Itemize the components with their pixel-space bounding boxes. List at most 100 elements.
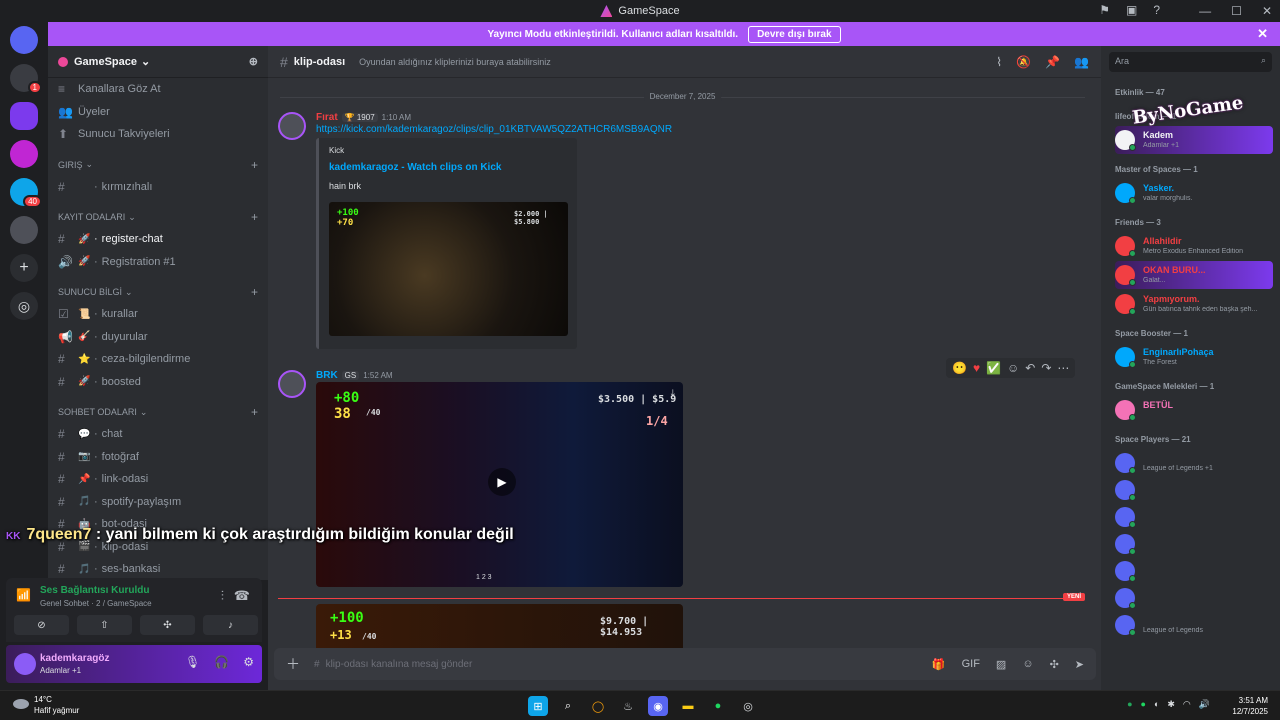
dm-home-icon[interactable] [10,26,38,54]
server-icon-5[interactable] [10,216,38,244]
search-button[interactable]: ⌕ [558,696,578,716]
close-icon[interactable]: ✕ [1257,26,1268,42]
discord-icon[interactable]: ◉ [648,696,668,716]
member-item[interactable]: League of Legends [1115,611,1273,639]
member-item[interactable] [1115,476,1273,504]
maximize-button[interactable]: ☐ [1231,4,1242,18]
add-channel-icon[interactable]: + [251,285,258,299]
member-item[interactable]: Yasker. valar morghulis. [1115,179,1273,207]
more-icon[interactable]: ⋯ [1057,361,1069,375]
app-icon-1[interactable]: ◯ [588,696,608,716]
disable-streamer-mode-button[interactable]: Devre dışı bırak [748,25,841,43]
channel-item[interactable]: # 📷 · fotoğraf [48,446,268,469]
channel-item[interactable]: # 🎵 · ses-bankasi [48,558,268,580]
channel-item[interactable]: ⬆ Sunucu Takviyeleri [48,123,268,146]
reaction-emoji-face[interactable]: 😶 [952,361,967,375]
notifications-icon[interactable]: 🔕 [1016,55,1031,69]
help-icon[interactable]: ? [1153,3,1160,17]
bluetooth-icon[interactable]: ✱ [1167,699,1175,710]
member-item[interactable]: Yapmıyorum. Gün batınca tahrik eden başka… [1115,290,1273,318]
channel-category[interactable]: SUNUCU BİLGİ ⌄ + [48,281,268,303]
invite-icon[interactable]: ⊕ [249,55,258,68]
steam-icon[interactable]: ♨ [618,696,638,716]
start-button[interactable]: ⊞ [528,696,548,716]
add-channel-icon[interactable]: + [251,158,258,172]
member-item[interactable] [1115,503,1273,531]
channel-item[interactable]: # ⭐ · ceza-bilgilendirme [48,348,268,371]
server-icon-4[interactable]: 40 [10,178,42,208]
channel-category[interactable]: Kayıt Odaları ⌄ + [48,206,268,228]
camera-button[interactable]: ⊘ [14,615,69,635]
close-window-button[interactable]: ✕ [1262,4,1272,18]
send-icon[interactable]: ➤ [1075,658,1084,671]
gift-icon[interactable]: 🎁 [932,658,946,671]
activity-button[interactable]: ✣ [140,615,195,635]
reply-icon[interactable]: ↶ [1025,361,1035,375]
headphones-icon[interactable]: 🎧 [214,655,229,669]
channel-item[interactable]: # 🚀 · boosted [48,371,268,394]
screen-icon[interactable]: ▣ [1126,3,1137,17]
member-item[interactable]: BETÜL [1115,396,1273,424]
tray-spotify-icon[interactable]: ● [1141,699,1146,710]
forward-icon[interactable]: ↷ [1041,361,1051,375]
channel-item[interactable]: # 📌 · link-odasi [48,468,268,491]
sticker-icon[interactable]: ▨ [996,658,1006,671]
video-attachment[interactable]: +100 +13 /40 $9.700 | $14.953 [316,604,683,648]
noise-icon[interactable]: ⫶ [221,588,224,604]
server-icon-gamespace[interactable] [10,102,38,130]
pin-icon[interactable]: 📌 [1045,55,1060,69]
member-item[interactable] [1115,530,1273,558]
weather-widget[interactable]: 14°C Hafif yağmur [12,694,79,716]
member-item[interactable]: Kadem Adamlar +1 [1115,126,1273,154]
microphone-icon[interactable]: 🎙 [185,655,200,669]
search-input[interactable]: Ara ⌕ [1109,52,1272,72]
add-channel-icon[interactable]: + [251,210,258,224]
channel-item[interactable]: # 🚀 · register-chat [48,228,268,251]
channel-item[interactable]: 👥 Üyeler [48,101,268,124]
member-item[interactable]: EnginarlıPohaça The Forest [1115,343,1273,371]
video-attachment[interactable]: +80 38 /40 $3.500 | $5.9 1/4 ⤓ ▶ 1 2 3 [316,382,683,587]
discover-icon[interactable]: ◎ [10,292,38,320]
avatar[interactable] [14,653,36,675]
apps-icon[interactable]: ✣ [1050,658,1059,671]
message-link[interactable]: https://kick.com/kademkaragoz/clips/clip… [316,124,672,135]
member-list-icon[interactable]: 👥 [1074,55,1089,69]
channel-item[interactable]: ☑ 📜 · kurallar [48,303,268,326]
minimize-button[interactable]: — [1199,4,1211,18]
file-explorer-icon[interactable]: ▬ [678,696,698,716]
message-input[interactable]: klip-odası kanalına mesaj gönder [326,659,473,670]
play-icon[interactable]: ▶ [488,468,516,496]
member-item[interactable]: League of Legends +1 [1115,449,1273,477]
settings-icon[interactable]: ⚙ [243,655,254,669]
server-icon-1[interactable]: 1 [10,64,42,94]
clock[interactable]: 3:51 AM 12/7/2025 [1232,695,1268,717]
inbox-icon[interactable]: ⚑ [1099,3,1110,17]
avatar[interactable] [278,112,306,140]
avatar[interactable] [278,370,306,398]
threads-icon[interactable]: ⌇ [996,55,1002,69]
screen-share-button[interactable]: ⇧ [77,615,132,635]
embed-thumbnail[interactable]: +100 +70 $2.000 | $5.800 [329,202,568,336]
channel-item[interactable]: 🔊 🚀 · Registration #1 [48,251,268,274]
download-icon[interactable]: ⤓ [671,388,675,399]
add-attachment-icon[interactable]: ＋ [286,654,300,674]
gif-icon[interactable]: GIF [962,658,980,671]
embed-title[interactable]: kademkaragoz - Watch clips on Kick [329,162,501,173]
message-author[interactable]: Fırat [316,112,338,123]
add-channel-icon[interactable]: + [251,405,258,419]
disconnect-icon[interactable]: ☎ [234,588,250,604]
member-item[interactable]: OKAN BURU... Galat... [1115,261,1273,289]
channel-item[interactable]: # · kırmızıhalı [48,176,268,199]
channel-category[interactable]: SOHBET ODALARI ⌄ + [48,401,268,423]
server-icon-3[interactable] [10,140,38,168]
channel-item[interactable]: # 💬 · chat [48,423,268,446]
add-reaction-icon[interactable]: ☺ [1007,361,1019,375]
wifi-icon[interactable]: ◠ [1183,699,1191,710]
channel-item[interactable]: # 🎵 · spotify-paylaşım [48,491,268,514]
tray-icon-1[interactable]: ● [1127,699,1132,710]
emoji-icon[interactable]: ☺ [1022,658,1033,671]
spotify-icon[interactable]: ● [708,696,728,716]
soundboard-button[interactable]: ♪ [203,615,258,635]
app-icon-2[interactable]: ◎ [738,696,758,716]
channel-item[interactable]: 📢 🎸 · duyurular [48,326,268,349]
